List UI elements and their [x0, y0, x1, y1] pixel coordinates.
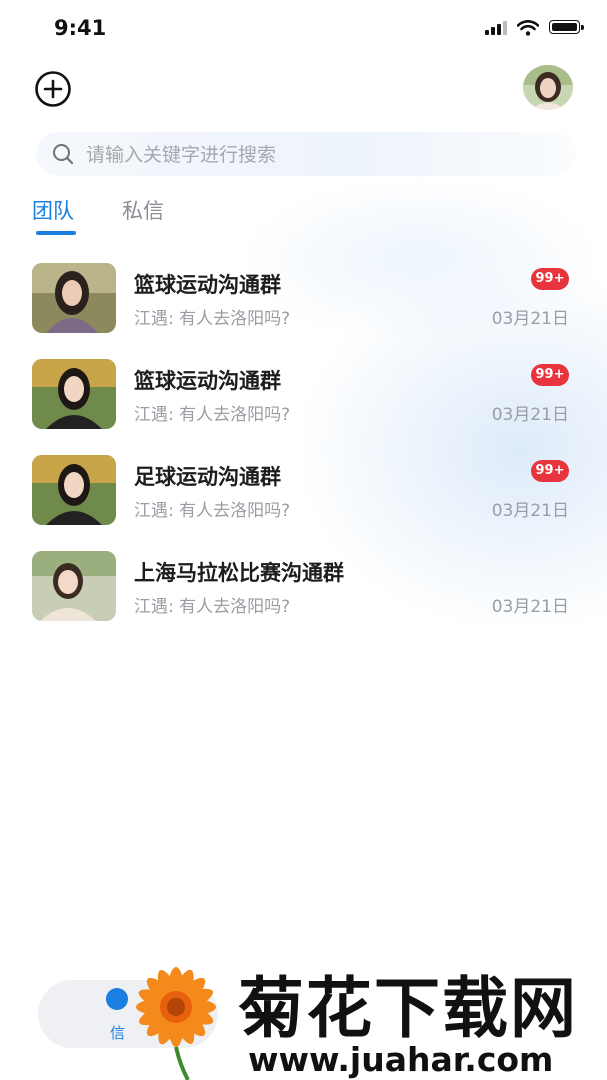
wifi-icon — [517, 20, 539, 36]
unread-badge: 99+ — [531, 460, 569, 482]
group-avatar — [32, 455, 116, 525]
unread-badge: 99+ — [531, 364, 569, 386]
tab-private-messages-label: 私信 — [122, 199, 164, 223]
conversation-title: 足球运动沟通群 — [134, 465, 281, 489]
conversation-preview: 江遇: 有人去洛阳吗? — [134, 309, 291, 329]
flower-logo — [136, 967, 216, 1080]
user-avatar[interactable] — [523, 65, 573, 110]
group-avatar — [32, 551, 116, 621]
battery-icon — [549, 20, 585, 36]
conversation-title: 篮球运动沟通群 — [134, 369, 281, 393]
conversation-title: 上海马拉松比赛沟通群 — [134, 561, 344, 585]
conversation-date: 03月21日 — [491, 309, 569, 329]
status-icons — [485, 20, 585, 36]
add-circle-icon[interactable] — [34, 70, 72, 108]
status-time: 9:41 — [54, 16, 107, 40]
conversation-title: 篮球运动沟通群 — [134, 273, 281, 297]
search-bar[interactable] — [36, 132, 576, 178]
tab-bar: 团队 私信 — [32, 195, 164, 235]
conversation-date: 03月21日 — [491, 597, 569, 617]
cellular-signal-icon — [485, 21, 507, 35]
status-bar: 9:41 — [0, 0, 607, 60]
conversation-list: 篮球运动沟通群 江遇: 有人去洛阳吗? 99+ 03月21日 篮球运动沟通群 江… — [0, 250, 607, 634]
conversation-date: 03月21日 — [491, 405, 569, 425]
conversation-preview: 江遇: 有人去洛阳吗? — [134, 405, 291, 425]
conversation-item[interactable]: 足球运动沟通群 江遇: 有人去洛阳吗? 99+ 03月21日 — [0, 442, 607, 538]
conversation-date: 03月21日 — [491, 501, 569, 521]
conversation-item[interactable]: 篮球运动沟通群 江遇: 有人去洛阳吗? 99+ 03月21日 — [0, 346, 607, 442]
conversation-preview: 江遇: 有人去洛阳吗? — [134, 597, 291, 617]
search-input[interactable] — [84, 132, 558, 178]
tab-private-messages[interactable]: 私信 — [122, 195, 164, 225]
conversation-item[interactable]: 篮球运动沟通群 江遇: 有人去洛阳吗? 99+ 03月21日 — [0, 250, 607, 346]
group-avatar — [32, 263, 116, 333]
unread-badge: 99+ — [531, 268, 569, 290]
tab-team[interactable]: 团队 — [32, 195, 76, 235]
conversation-preview: 江遇: 有人去洛阳吗? — [134, 501, 291, 521]
active-tab-indicator — [36, 231, 76, 235]
watermark-title: 菊花下载网 — [238, 970, 578, 1047]
conversation-item[interactable]: 上海马拉松比赛沟通群 江遇: 有人去洛阳吗? 03月21日 — [0, 538, 607, 634]
watermark-url: www.juahar.com — [248, 1040, 554, 1079]
search-icon — [53, 144, 74, 165]
group-avatar — [32, 359, 116, 429]
tab-team-label: 团队 — [32, 199, 74, 223]
